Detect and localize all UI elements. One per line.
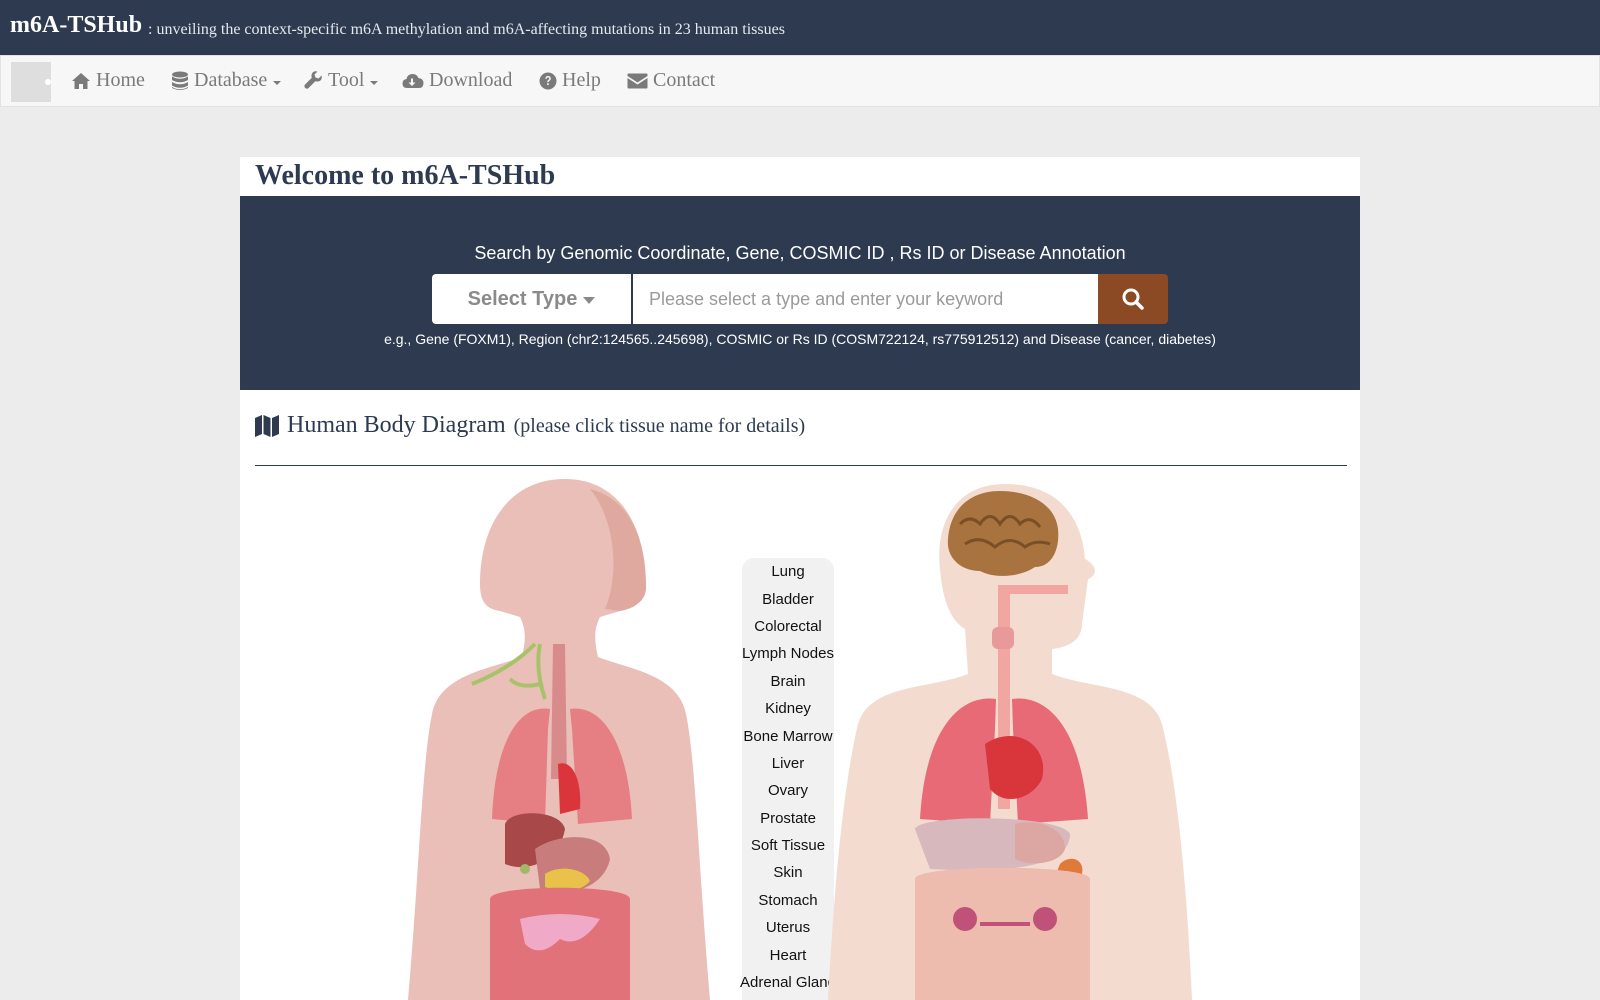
- main-content: Welcome to m6A-TSHub Search by Genomic C…: [240, 157, 1360, 1000]
- diagram-subtitle: (please click tissue name for details): [513, 415, 806, 437]
- cloud-download-icon: [402, 74, 424, 88]
- envelope-icon: [627, 73, 648, 88]
- home-icon: [72, 72, 90, 89]
- nav-tool[interactable]: Tool: [304, 69, 379, 92]
- site-header: m6A-TSHub : unveiling the context-specif…: [0, 0, 1600, 55]
- diagram-heading: Human Body Diagram (please click tissue …: [255, 412, 805, 439]
- question-circle-icon: [539, 72, 557, 89]
- caret-down-icon: [370, 80, 379, 85]
- nav-download-label: Download: [429, 69, 513, 91]
- keyword-search-input[interactable]: [633, 274, 1098, 324]
- male-body-illustration: [828, 484, 1192, 1000]
- search-icon: [1122, 288, 1144, 310]
- caret-down-icon: [583, 297, 596, 304]
- nav-home[interactable]: Home: [71, 69, 145, 92]
- search-example-hint: e.g., Gene (FOXM1), Region (chr2:124565.…: [384, 331, 1216, 347]
- map-icon: [255, 414, 279, 437]
- main-navbar: Home Database Tool Download Help Contact: [0, 55, 1600, 107]
- section-divider: [255, 465, 1347, 466]
- nav-home-label: Home: [96, 69, 145, 91]
- nav-database[interactable]: Database: [171, 69, 282, 92]
- nav-database-label: Database: [194, 69, 268, 91]
- nav-contact-label: Contact: [653, 69, 716, 91]
- site-brand[interactable]: m6A-TSHub: [10, 12, 142, 39]
- site-tagline: : unveiling the context-specific m6A met…: [148, 21, 785, 38]
- nav-help-label: Help: [562, 69, 601, 91]
- select-type-dropdown[interactable]: Select Type: [432, 274, 631, 324]
- caret-down-icon: [273, 80, 282, 85]
- logo-image[interactable]: [11, 62, 51, 102]
- nav-contact[interactable]: Contact: [627, 69, 715, 92]
- page-title: Welcome to m6A-TSHub: [255, 160, 556, 191]
- nav-help[interactable]: Help: [539, 69, 601, 92]
- diagram-title: Human Body Diagram: [287, 412, 506, 438]
- search-panel: Search by Genomic Coordinate, Gene, COSM…: [240, 196, 1360, 390]
- nav-download[interactable]: Download: [402, 69, 512, 92]
- select-type-label: Select Type: [467, 287, 578, 310]
- search-title: Search by Genomic Coordinate, Gene, COSM…: [474, 243, 1126, 263]
- female-body-illustration: [408, 479, 710, 1000]
- search-button[interactable]: [1098, 274, 1168, 324]
- wrench-icon: [304, 71, 322, 89]
- nav-tool-label: Tool: [328, 69, 365, 91]
- database-icon: [172, 71, 188, 90]
